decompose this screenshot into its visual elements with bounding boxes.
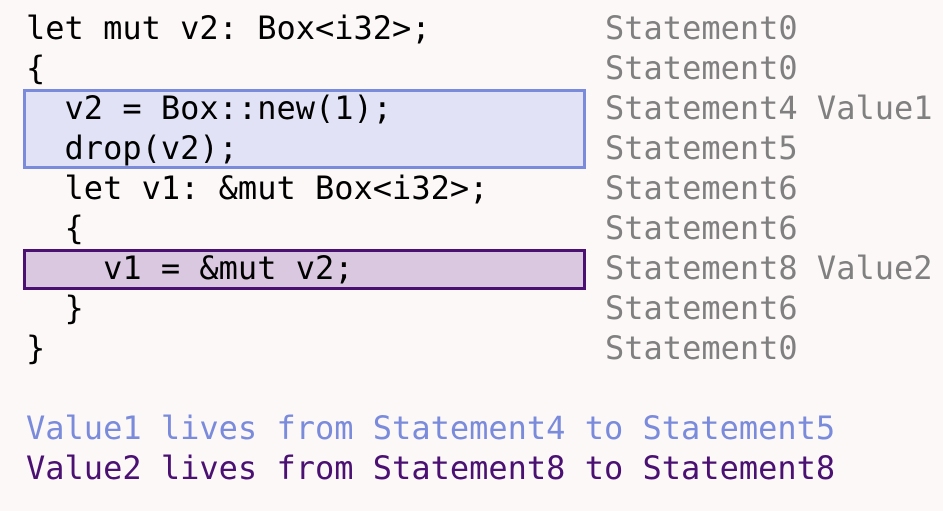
code-line: drop(v2); [26, 129, 238, 167]
value2-lifetime-summary: Value2 lives from Statement8 to Statemen… [26, 449, 836, 487]
statement-annotation: Statement5 [605, 129, 798, 167]
code-line: let v1: &mut Box<i32>; [26, 169, 489, 207]
code-line: v1 = &mut v2; [26, 249, 354, 287]
code-line: } [26, 289, 84, 327]
statement-annotation: Statement6 [605, 209, 798, 247]
statement-annotation: Statement6 [605, 169, 798, 207]
code-line: v2 = Box::new(1); [26, 89, 393, 127]
diagram-canvas: let mut v2: Box<i32>; { v2 = Box::new(1)… [0, 0, 943, 511]
code-line: let mut v2: Box<i32>; [26, 9, 431, 47]
value1-lifetime-summary: Value1 lives from Statement4 to Statemen… [26, 409, 836, 447]
code-line: { [26, 49, 46, 87]
statement-annotation: Statement8 Value2 [605, 249, 933, 287]
code-line: } [26, 329, 46, 367]
code-line: { [26, 209, 84, 247]
statement-annotation: Statement4 Value1 [605, 89, 933, 127]
statement-annotation: Statement6 [605, 289, 798, 327]
statement-annotation: Statement0 [605, 49, 798, 87]
statement-annotation: Statement0 [605, 329, 798, 367]
statement-annotation: Statement0 [605, 9, 798, 47]
